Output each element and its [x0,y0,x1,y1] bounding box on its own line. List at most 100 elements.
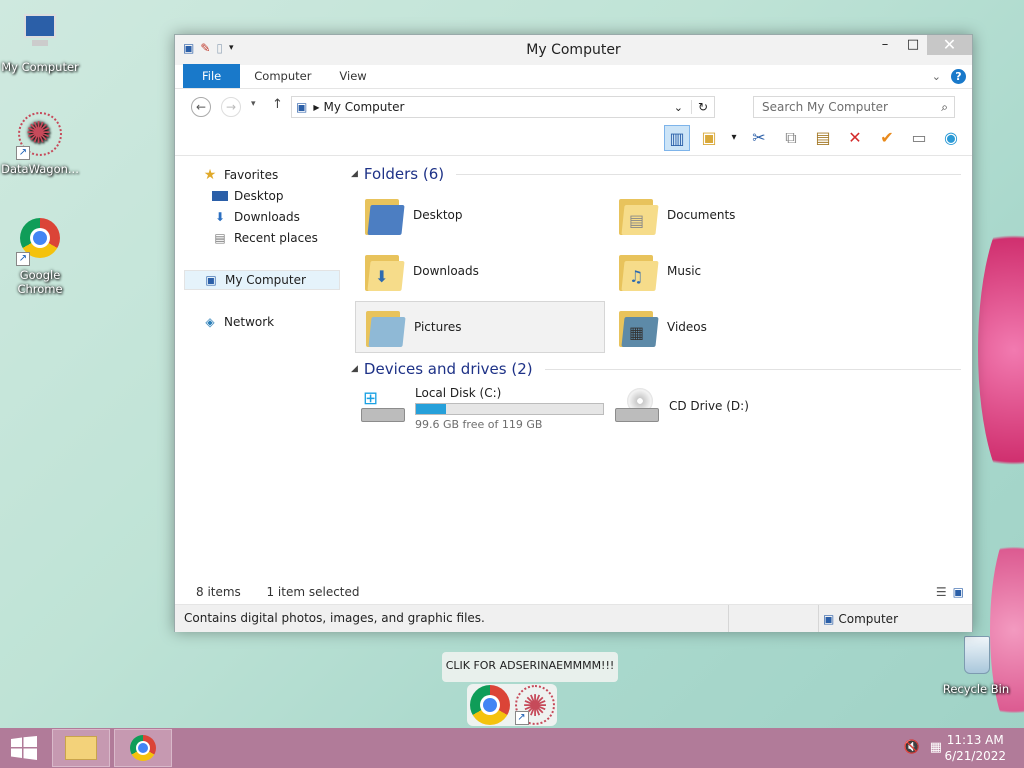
forward-button[interactable]: → [221,97,241,117]
folder-options-icon[interactable]: ▣ [696,125,722,151]
globe-icon[interactable]: ◉ [938,125,964,151]
nav-item-downloads[interactable]: ⬇ Downloads [212,207,300,227]
ad-banner[interactable]: CLIK FOR ADSERINAEMMMM!!! [442,652,618,682]
tab-view[interactable]: View [325,64,380,88]
folder-tile-documents[interactable]: ▤ Documents [609,189,859,241]
taskbar-chrome[interactable] [114,729,172,767]
group-title: Folders (6) [363,165,445,183]
expand-ribbon-icon[interactable]: ⌄ [932,70,941,83]
shortcut-arrow-icon: ↗ [16,146,30,160]
documents-folder-icon: ▤ [615,193,659,237]
star-icon: ★ [203,167,217,183]
help-icon[interactable]: ? [951,69,966,84]
back-button[interactable]: ← [191,97,211,117]
clock-date: 6/21/2022 [944,749,1006,763]
rename-icon[interactable]: ▭ [906,125,932,151]
up-icon[interactable]: ↑ [272,97,283,112]
refresh-icon[interactable]: ↻ [690,100,714,114]
tab-file[interactable]: File [183,64,241,88]
videos-folder-icon: ▦ [615,305,659,349]
desktop-icon-label: Recycle Bin [942,682,1010,696]
large-icons-view-icon[interactable]: ▣ [953,585,964,599]
preview-pane-icon[interactable]: ▥ [664,125,690,151]
network-status-icon[interactable]: ▦ [930,740,942,755]
nav-item-label: Desktop [234,189,284,203]
search-icon[interactable]: ⌕ [941,97,948,117]
address-bar[interactable]: ▣ ▶ My Computer ⌄ ↻ [291,96,715,118]
chevron-down-icon[interactable]: ▾ [728,125,740,151]
nav-item-network[interactable]: ◈ Network [202,312,274,332]
chrome-icon[interactable] [469,685,510,725]
desktop-icon-google-chrome[interactable]: ↗ Google Chrome [0,216,80,296]
desktop-icon-recycle-bin[interactable]: Recycle Bin [936,632,1016,696]
tab-computer[interactable]: Computer [240,64,325,88]
copy-icon[interactable]: ⧉ [778,125,804,151]
folder-name: Videos [667,320,707,334]
collapse-icon[interactable]: ◢ [351,364,358,374]
downloads-icon: ⬇ [214,210,226,224]
maximize-button[interactable]: □ [899,35,927,55]
taskbar-file-explorer[interactable] [52,729,110,767]
folder-tile-videos[interactable]: ▦ Videos [609,301,859,353]
item-count: 8 items [196,585,241,599]
folder-tile-desktop[interactable]: Desktop [355,189,605,241]
folder-tile-music[interactable]: ♫ Music [609,245,859,297]
search-placeholder: Search My Computer [762,100,888,114]
taskbar: 🔇 ▦ 11:13 AM 6/21/2022 [0,728,1024,768]
check-icon[interactable]: ✔ [874,125,900,151]
details-view-icon[interactable]: ☰ [936,585,947,599]
item-description: Contains digital photos, images, and gra… [184,611,485,625]
drive-tile-local-disk[interactable]: ⊞ Local Disk (C:) 99.6 GB free of 119 GB [359,386,604,431]
folders-group-header[interactable]: ◢ Folders (6) [351,164,961,184]
nav-item-my-computer[interactable]: ▣ My Computer [184,270,340,290]
close-button[interactable]: ✕ [927,35,972,55]
start-button[interactable] [10,736,38,760]
nav-item-recent-places[interactable]: ▤ Recent places [212,228,318,248]
taskbar-clock[interactable]: 11:13 AM 6/21/2022 [944,732,1006,764]
command-toolbar: ▥ ▣ ▾ ✂ ⧉ ▤ ✕ ✔ ▭ ◉ [175,123,972,155]
desktop-icon [212,191,228,201]
status-bar: 8 items 1 item selected ☰ ▣ [175,580,972,602]
details-bar: Contains digital photos, images, and gra… [175,604,972,632]
collapse-icon[interactable]: ◢ [351,169,358,179]
floating-dock: ↗ [467,684,557,726]
desktop-icon-label: My Computer [1,60,79,74]
nav-item-label: Downloads [234,210,300,224]
nav-item-label: My Computer [225,273,306,287]
breadcrumb[interactable]: My Computer [324,100,405,114]
drive-tile-cd[interactable]: CD Drive (D:) [613,386,749,430]
desktop-icon-label: DataWagon... [1,162,79,176]
nav-item-favorites[interactable]: ★ Favorites [202,165,279,185]
wallpaper-flower [978,200,1024,500]
nav-item-desktop[interactable]: Desktop [212,186,284,206]
folder-tile-downloads[interactable]: ⬇ Downloads [355,245,605,297]
datawagon-icon: ↗ [16,112,64,160]
desktop-icon-my-computer[interactable]: My Computer [0,10,80,74]
volume-muted-icon[interactable]: 🔇 [904,740,920,755]
title-bar[interactable]: ▣ ✎ ▯ ▾ My Computer – □ ✕ [175,35,972,65]
drive-name: Local Disk (C:) [415,386,502,400]
desktop-folder-icon [361,193,405,237]
recent-locations-icon[interactable]: ▾ [251,99,256,109]
minimize-button[interactable]: – [871,35,899,55]
drives-group-header[interactable]: ◢ Devices and drives (2) [351,359,961,379]
computer-icon: ▣ [205,273,217,287]
selection-count: 1 item selected [266,585,360,599]
datawagon-icon[interactable]: ↗ [514,685,555,725]
desktop-icon-datawagon[interactable]: ↗ DataWagon... [0,112,80,176]
address-dropdown-icon[interactable]: ⌄ [674,101,683,114]
breadcrumb-separator-icon: ▶ [313,102,320,112]
chrome-icon: ↗ [16,218,64,266]
cut-icon[interactable]: ✂ [746,125,772,151]
delete-icon[interactable]: ✕ [842,125,868,151]
search-input[interactable]: Search My Computer ⌕ [753,96,955,118]
pictures-folder-icon [362,305,406,349]
folder-tile-pictures[interactable]: Pictures [355,301,605,353]
address-row: ← → ▾ ↑ ▣ ▶ My Computer ⌄ ↻ Search My Co… [175,89,972,123]
computer-icon: ▣ [296,100,308,114]
computer-icon [16,10,64,58]
paste-icon[interactable]: ▤ [810,125,836,151]
location-label: Computer [838,611,898,626]
shortcut-arrow-icon: ↗ [16,252,30,266]
wallpaper-flower [990,520,1024,740]
